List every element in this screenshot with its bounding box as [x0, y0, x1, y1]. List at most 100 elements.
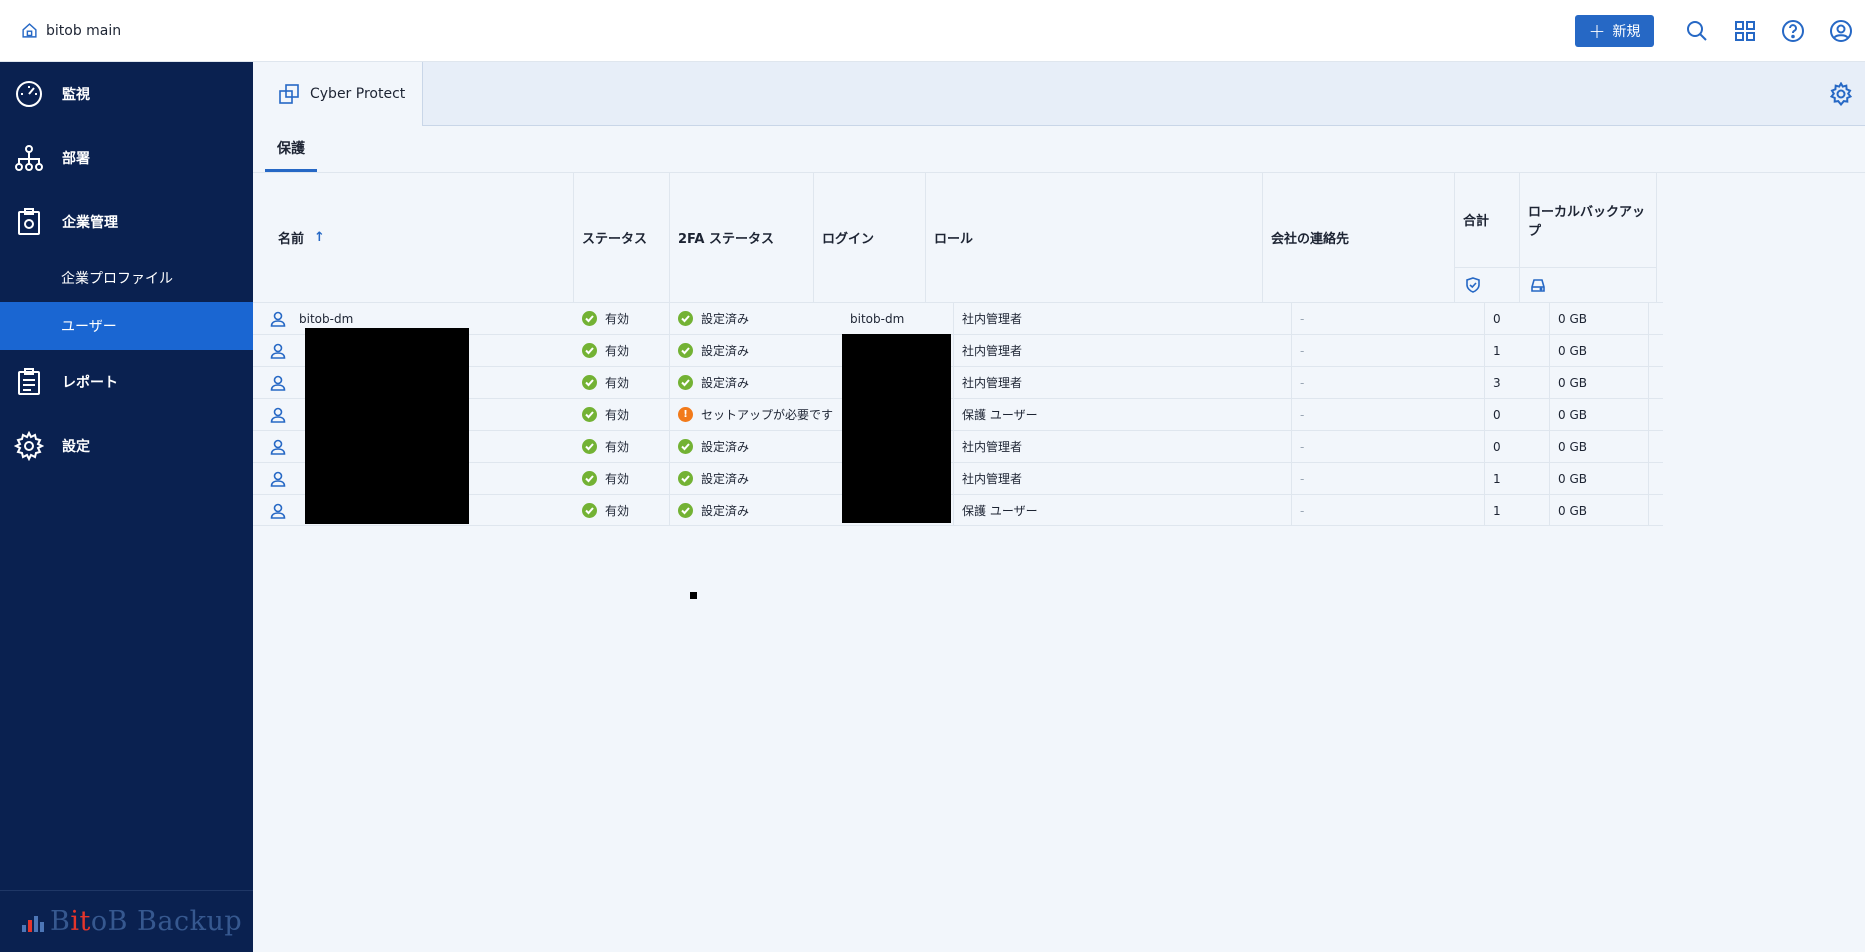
contact-text: - — [1300, 439, 1305, 454]
total-text: 0 — [1493, 311, 1501, 326]
check-circle-icon — [582, 343, 597, 358]
column-label: 合計 — [1463, 214, 1490, 229]
cell-status: 有効 — [574, 399, 670, 430]
tab-protection[interactable]: 保護 — [265, 139, 317, 172]
status-text: 有効 — [605, 472, 630, 486]
account-button[interactable] — [1817, 0, 1865, 62]
backup-text: 0 GB — [1558, 471, 1587, 486]
cell-total: 0 — [1485, 399, 1550, 430]
role-text: 社内管理者 — [962, 344, 1023, 358]
role-text: 社内管理者 — [962, 440, 1023, 454]
help-icon — [1782, 20, 1804, 42]
grid-apps-icon — [1735, 21, 1755, 41]
home-building-icon — [22, 23, 37, 38]
nav-label: 監視 — [62, 87, 90, 103]
name-text[interactable]: bitob-dm — [299, 312, 353, 326]
backup-text: 0 GB — [1558, 375, 1587, 390]
tenant-selector[interactable]: bitob main — [21, 22, 121, 39]
column-header-local-backup[interactable]: ローカルバックアップ — [1520, 172, 1657, 302]
search-button[interactable] — [1673, 0, 1721, 62]
twofa-text: 設定済み — [701, 440, 750, 454]
nav-item-reports[interactable]: レポート — [0, 350, 253, 414]
cell-backup: 0 GB — [1550, 399, 1649, 430]
backup-text: 0 GB — [1558, 439, 1587, 454]
check-circle-icon — [582, 503, 597, 518]
nav-label: レポート — [62, 375, 118, 391]
check-circle-icon — [678, 439, 693, 454]
cell-role: 社内管理者 — [954, 367, 1292, 398]
check-circle-icon — [582, 375, 597, 390]
cell-role: 社内管理者 — [954, 463, 1292, 494]
nav-item-settings[interactable]: 設定 — [0, 414, 253, 478]
check-circle-icon — [582, 407, 597, 422]
cell-total: 1 — [1485, 463, 1550, 494]
nav-label: 部署 — [62, 151, 90, 167]
status-text: 有効 — [605, 344, 630, 358]
column-header-name[interactable]: 名前 ↑ — [253, 172, 574, 302]
total-text: 1 — [1493, 471, 1501, 486]
contact-text: - — [1300, 407, 1305, 422]
nav-item-departments[interactable]: 部署 — [0, 126, 253, 190]
shield-check-icon — [1466, 277, 1480, 293]
cell-twofa: 設定済み — [670, 367, 842, 398]
cell-backup: 0 GB — [1550, 367, 1649, 398]
user-icon — [270, 503, 286, 519]
column-header-status[interactable]: ステータス — [574, 172, 670, 302]
help-button[interactable] — [1769, 0, 1817, 62]
twofa-text: 設定済み — [701, 344, 750, 358]
column-label: 2FA ステータス — [678, 231, 775, 247]
cursor-marker — [690, 592, 697, 599]
column-header-total[interactable]: 合計 — [1455, 172, 1520, 302]
cell-role: 保護 ユーザー — [954, 399, 1292, 430]
column-label: ステータス — [582, 231, 648, 247]
status-text: 有効 — [605, 376, 630, 390]
backup-text: 0 GB — [1558, 343, 1587, 358]
sort-ascending-icon: ↑ — [314, 229, 325, 245]
nav-item-monitoring[interactable]: 監視 — [0, 62, 253, 126]
nav-item-company-profile[interactable]: 企業プロファイル — [0, 254, 253, 302]
cell-contact: - — [1292, 367, 1485, 398]
nav-item-users[interactable]: ユーザー — [0, 302, 253, 350]
new-button[interactable]: + 新規 — [1575, 15, 1654, 47]
tenant-name: bitob main — [46, 22, 122, 39]
column-header-contact[interactable]: 会社の連絡先 — [1263, 172, 1455, 302]
cell-twofa: 設定済み — [670, 431, 842, 462]
cell-status: 有効 — [574, 431, 670, 462]
contact-text: - — [1300, 311, 1305, 326]
tab-cyber-protect[interactable]: Cyber Protect — [253, 62, 423, 126]
cell-total: 1 — [1485, 495, 1550, 526]
warning-icon: ! — [678, 407, 693, 422]
total-text: 1 — [1493, 503, 1501, 518]
total-text: 0 — [1493, 439, 1501, 454]
cell-contact: - — [1292, 399, 1485, 430]
user-account-icon — [1830, 20, 1852, 42]
role-text: 保護 ユーザー — [962, 504, 1038, 518]
user-icon — [270, 343, 286, 359]
user-icon — [270, 439, 286, 455]
cell-twofa: 設定済み — [670, 463, 842, 494]
apps-button[interactable] — [1721, 0, 1769, 62]
cell-status: 有効 — [574, 367, 670, 398]
contact-text: - — [1300, 471, 1305, 486]
nav-item-company-management[interactable]: 企業管理 — [0, 190, 253, 254]
gear-icon — [14, 431, 44, 461]
cell-twofa: 設定済み — [670, 495, 842, 526]
user-icon — [270, 311, 286, 327]
column-header-role[interactable]: ロール — [926, 172, 1263, 302]
total-text: 0 — [1493, 407, 1501, 422]
backup-text: 0 GB — [1558, 503, 1587, 518]
settings-gear-icon[interactable] — [1829, 82, 1853, 106]
nav-label: 企業プロファイル — [61, 271, 173, 287]
column-header-2fa-status[interactable]: 2FA ステータス — [670, 172, 814, 302]
plus-icon: + — [1588, 19, 1606, 43]
backup-text: 0 GB — [1558, 311, 1587, 326]
clipboard-gear-icon — [18, 208, 40, 235]
contact-text: - — [1300, 503, 1305, 518]
cell-backup: 0 GB — [1550, 335, 1649, 366]
cell-backup: 0 GB — [1550, 431, 1649, 462]
cell-twofa: 設定済み — [670, 335, 842, 366]
cell-total: 3 — [1485, 367, 1550, 398]
cell-backup: 0 GB — [1550, 495, 1649, 526]
column-header-login[interactable]: ログイン — [814, 172, 926, 302]
cell-total: 0 — [1485, 431, 1550, 462]
